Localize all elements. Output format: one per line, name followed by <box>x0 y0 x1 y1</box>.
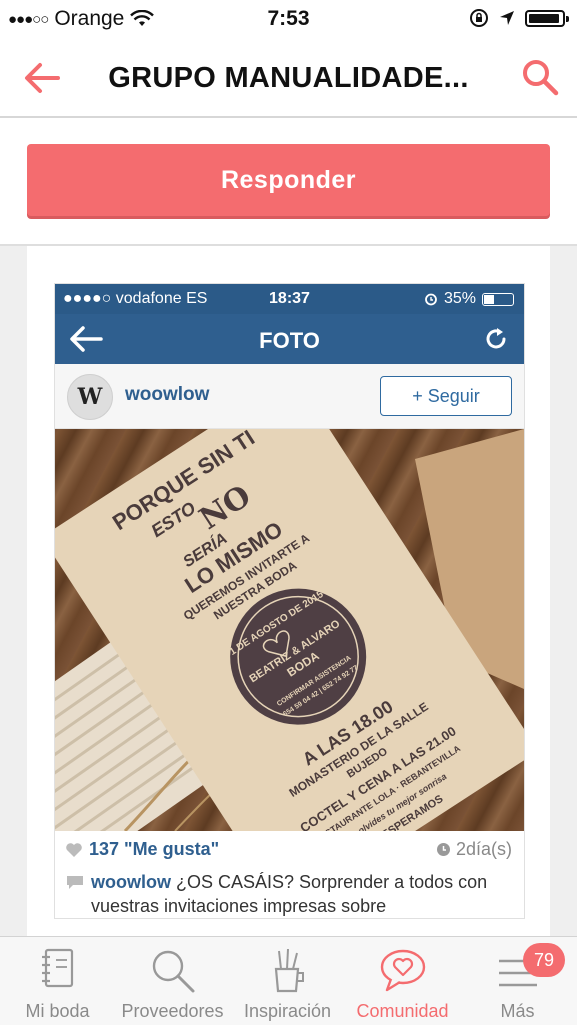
page-title: GRUPO MANUALIDADE... <box>108 62 469 94</box>
ig-caption-user: woowlow <box>91 872 171 892</box>
tab-bar: Mi boda Proveedores Inspiración Comunida… <box>0 936 577 1025</box>
ig-refresh-icon <box>486 328 506 349</box>
search-icon[interactable] <box>519 56 561 98</box>
back-arrow-icon[interactable] <box>22 58 62 98</box>
ig-caption-text: woowlow ¿OS CASÁIS? Sorprender a todos c… <box>91 870 514 918</box>
status-bar: ●●●○○ Orange 7:53 <box>0 0 577 38</box>
tab-mas[interactable]: 79 Más <box>460 937 575 1025</box>
search-icon <box>115 947 230 993</box>
battery-icon <box>525 9 569 27</box>
ig-caption: woowlow ¿OS CASÁIS? Sorprender a todos c… <box>65 870 514 918</box>
ig-likes-count: 137 "Me gusta" <box>89 839 220 859</box>
tab-comunidad[interactable]: Comunidad <box>345 937 460 1025</box>
reply-button[interactable]: Responder <box>27 144 550 216</box>
speech-heart-icon <box>345 947 460 992</box>
ig-post-age-text: 2día(s) <box>455 839 512 859</box>
ig-nav-bar: FOTO <box>55 314 524 364</box>
status-right <box>469 8 569 28</box>
ig-avatar: W <box>67 374 113 420</box>
tab-label: Más <box>500 1001 535 1021</box>
ig-post-meta: 137 "Me gusta" 2día(s) woowlow ¿OS CASÁI… <box>55 831 524 918</box>
invitation-illustration: PORQUE SIN TI ESTO NO SERÍA LO MISMO QUE… <box>55 429 524 831</box>
tab-inspiracion[interactable]: Inspiración <box>230 937 345 1025</box>
ig-status-right: 35% <box>424 290 514 308</box>
clock-icon <box>436 843 450 856</box>
heart-icon <box>66 842 82 857</box>
rotation-lock-icon <box>470 9 488 27</box>
tab-mi-boda[interactable]: Mi boda <box>0 937 115 1025</box>
tab-label: Inspiración <box>243 1001 332 1021</box>
wedding-invitation-photo: PORQUE SIN TI ESTO NO SERÍA LO MISMO QUE… <box>55 429 524 831</box>
ig-status-bar: ●●●●○ vodafone ES 18:37 35% <box>55 284 524 314</box>
craft-cup-icon <box>230 947 345 993</box>
ig-battery-icon <box>482 292 514 306</box>
ig-username: woowlow <box>125 384 210 405</box>
comment-bubble-icon <box>67 876 83 889</box>
instagram-screenshot[interactable]: ●●●●○ vodafone ES 18:37 35% FOTO W woowl… <box>54 283 525 919</box>
ig-post-age: 2día(s) <box>436 839 512 860</box>
tab-label: Proveedores <box>121 1001 224 1021</box>
ig-nav-title: FOTO <box>259 328 320 353</box>
tab-label: Comunidad <box>356 1001 449 1021</box>
location-arrow-icon <box>500 11 514 25</box>
ig-user-row: W woowlow + Seguir <box>55 364 524 429</box>
reply-section: Responder <box>0 118 577 246</box>
ig-battery-percent: 35% <box>443 290 476 307</box>
ig-alarm-icon <box>425 293 437 306</box>
tab-proveedores[interactable]: Proveedores <box>115 937 230 1025</box>
notebook-icon <box>0 947 115 991</box>
post-card: ●●●●○ vodafone ES 18:37 35% FOTO W woowl… <box>27 246 550 936</box>
notification-badge: 79 <box>523 943 565 977</box>
ig-follow-button: + Seguir <box>380 376 512 416</box>
nav-bar: GRUPO MANUALIDADE... <box>0 38 577 118</box>
tab-label: Mi boda <box>25 1001 90 1021</box>
